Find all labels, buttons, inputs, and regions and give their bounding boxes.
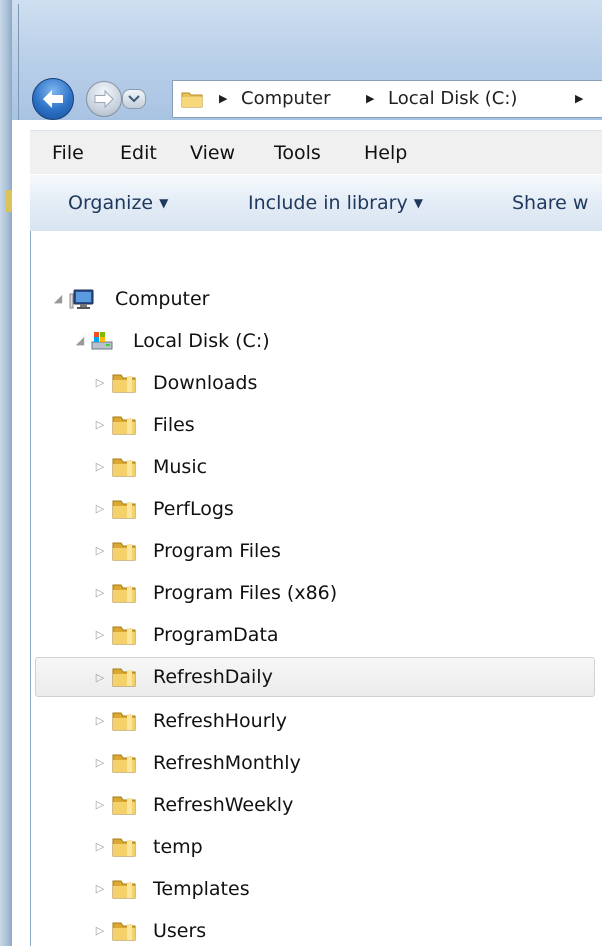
folder-icon xyxy=(112,668,136,687)
folder-label: Music xyxy=(153,456,208,478)
forward-button[interactable] xyxy=(86,81,122,117)
menu-help[interactable]: Help xyxy=(364,131,407,175)
expand-arrow-icon[interactable]: ▷ xyxy=(93,869,107,909)
expand-arrow-icon[interactable]: ▷ xyxy=(93,911,107,951)
folder-icon xyxy=(181,92,203,108)
tree-label-local-disk: Local Disk (C:) xyxy=(133,330,270,352)
expand-arrow-icon[interactable]: ▷ xyxy=(93,658,107,698)
menu-view[interactable]: View xyxy=(190,131,235,175)
folder-icon xyxy=(112,796,136,815)
expand-arrow-icon[interactable]: ▷ xyxy=(93,701,107,741)
chevron-down-icon xyxy=(128,95,140,103)
tree-item-folder-selected[interactable]: ▷ RefreshDaily xyxy=(35,657,595,697)
breadcrumb-local-disk[interactable]: Local Disk (C:) xyxy=(388,81,517,117)
folder-icon xyxy=(112,500,136,519)
folder-label: RefreshDaily xyxy=(153,666,273,688)
breadcrumb-separator[interactable]: ▶ xyxy=(366,81,374,117)
tree-item-folder[interactable]: ▷ RefreshMonthly xyxy=(31,743,591,783)
menu-file[interactable]: File xyxy=(52,131,84,175)
folder-icon xyxy=(112,880,136,899)
tree-item-folder[interactable]: ▷ Templates xyxy=(31,869,591,909)
tree-item-folder[interactable]: ▷ Downloads xyxy=(31,363,591,403)
window-left-edge xyxy=(0,0,12,946)
tree-item-folder[interactable]: ▷ Program Files (x86) xyxy=(31,573,591,613)
folder-icon xyxy=(112,922,136,941)
back-arrow-icon xyxy=(43,90,63,108)
folder-icon xyxy=(112,542,136,561)
include-in-library-label: Include in library xyxy=(248,192,408,214)
include-in-library-button[interactable]: Include in library ▼ xyxy=(248,175,423,231)
tree-item-folder[interactable]: ▷ Music xyxy=(31,447,591,487)
tree-item-folder[interactable]: ▷ temp xyxy=(31,827,591,867)
breadcrumb-separator[interactable]: ▶ xyxy=(219,81,227,117)
folder-icon xyxy=(112,626,136,645)
expand-arrow-icon[interactable]: ▷ xyxy=(93,405,107,445)
expand-arrow-icon[interactable]: ▷ xyxy=(93,531,107,571)
address-bar[interactable]: ▶ Computer ▶ Local Disk (C:) ▶ xyxy=(172,80,602,118)
tree-item-folder[interactable]: ▷ ProgramData xyxy=(31,615,591,655)
folder-label: Users xyxy=(153,920,207,942)
recent-pages-button[interactable] xyxy=(122,89,146,109)
tree-item-folder[interactable]: ▷ PerfLogs xyxy=(31,489,591,529)
folder-icon xyxy=(112,584,136,603)
folder-icon xyxy=(112,416,136,435)
tree-item-folder[interactable]: ▷ Files xyxy=(31,405,591,445)
organize-button[interactable]: Organize ▼ xyxy=(68,175,168,231)
expand-arrow-icon[interactable]: ▷ xyxy=(93,447,107,487)
tree-item-computer[interactable]: ◢ Computer xyxy=(31,279,591,319)
tree-item-folder[interactable]: ▷ Program Files xyxy=(31,531,591,571)
computer-icon xyxy=(69,289,94,309)
expand-arrow-icon[interactable]: ▷ xyxy=(93,785,107,825)
expand-arrow-icon[interactable]: ▷ xyxy=(93,827,107,867)
folder-label: RefreshWeekly xyxy=(153,794,294,816)
menu-edit[interactable]: Edit xyxy=(120,131,157,175)
folder-icon xyxy=(112,458,136,477)
folder-label: Templates xyxy=(153,878,250,900)
drive-icon xyxy=(91,332,113,350)
folder-label: Program Files xyxy=(153,540,281,562)
folder-label: Program Files (x86) xyxy=(153,582,338,604)
chevron-down-icon: ▼ xyxy=(413,196,423,210)
command-toolbar: Organize ▼ Include in library ▼ Share w xyxy=(30,174,602,232)
folder-icon xyxy=(112,838,136,857)
folder-label: ProgramData xyxy=(153,624,279,646)
folder-label: PerfLogs xyxy=(153,498,234,520)
breadcrumb-computer[interactable]: Computer xyxy=(241,81,330,117)
folder-icon xyxy=(112,754,136,773)
back-button[interactable] xyxy=(32,78,74,120)
expand-arrow-icon[interactable]: ▷ xyxy=(93,489,107,529)
folder-label: temp xyxy=(153,836,203,858)
tree-label-computer: Computer xyxy=(115,288,210,310)
forward-arrow-icon xyxy=(94,89,114,109)
folder-label: RefreshMonthly xyxy=(153,752,301,774)
tree-item-folder[interactable]: ▷ RefreshHourly xyxy=(31,701,591,741)
tree-item-folder[interactable]: ▷ RefreshWeekly xyxy=(31,785,591,825)
expand-arrow-icon[interactable]: ▷ xyxy=(93,615,107,655)
organize-label: Organize xyxy=(68,192,154,214)
expand-arrow-icon[interactable]: ▷ xyxy=(93,573,107,613)
tree-item-folder[interactable]: ▷ Users xyxy=(31,911,591,951)
folder-icon xyxy=(112,712,136,731)
folder-icon xyxy=(112,374,136,393)
folder-label: Files xyxy=(153,414,195,436)
collapse-arrow-icon[interactable]: ◢ xyxy=(51,279,65,319)
menu-bar: File Edit View Tools Help xyxy=(30,130,602,175)
tree-item-local-disk[interactable]: ◢ Local Disk (C:) xyxy=(31,321,591,361)
folder-label: RefreshHourly xyxy=(153,710,288,732)
menu-tools[interactable]: Tools xyxy=(274,131,321,175)
chevron-down-icon: ▼ xyxy=(159,196,169,210)
expand-arrow-icon[interactable]: ▷ xyxy=(93,743,107,783)
expand-arrow-icon[interactable]: ▷ xyxy=(93,363,107,403)
navigation-pane: ◢ Computer ◢ Local Disk (C:) ▷ Downloads… xyxy=(30,231,602,946)
share-with-button[interactable]: Share w xyxy=(512,175,588,231)
window-edge-accent xyxy=(6,190,12,212)
collapse-arrow-icon[interactable]: ◢ xyxy=(73,321,87,361)
folder-label: Downloads xyxy=(153,372,258,394)
breadcrumb-separator[interactable]: ▶ xyxy=(575,81,583,117)
